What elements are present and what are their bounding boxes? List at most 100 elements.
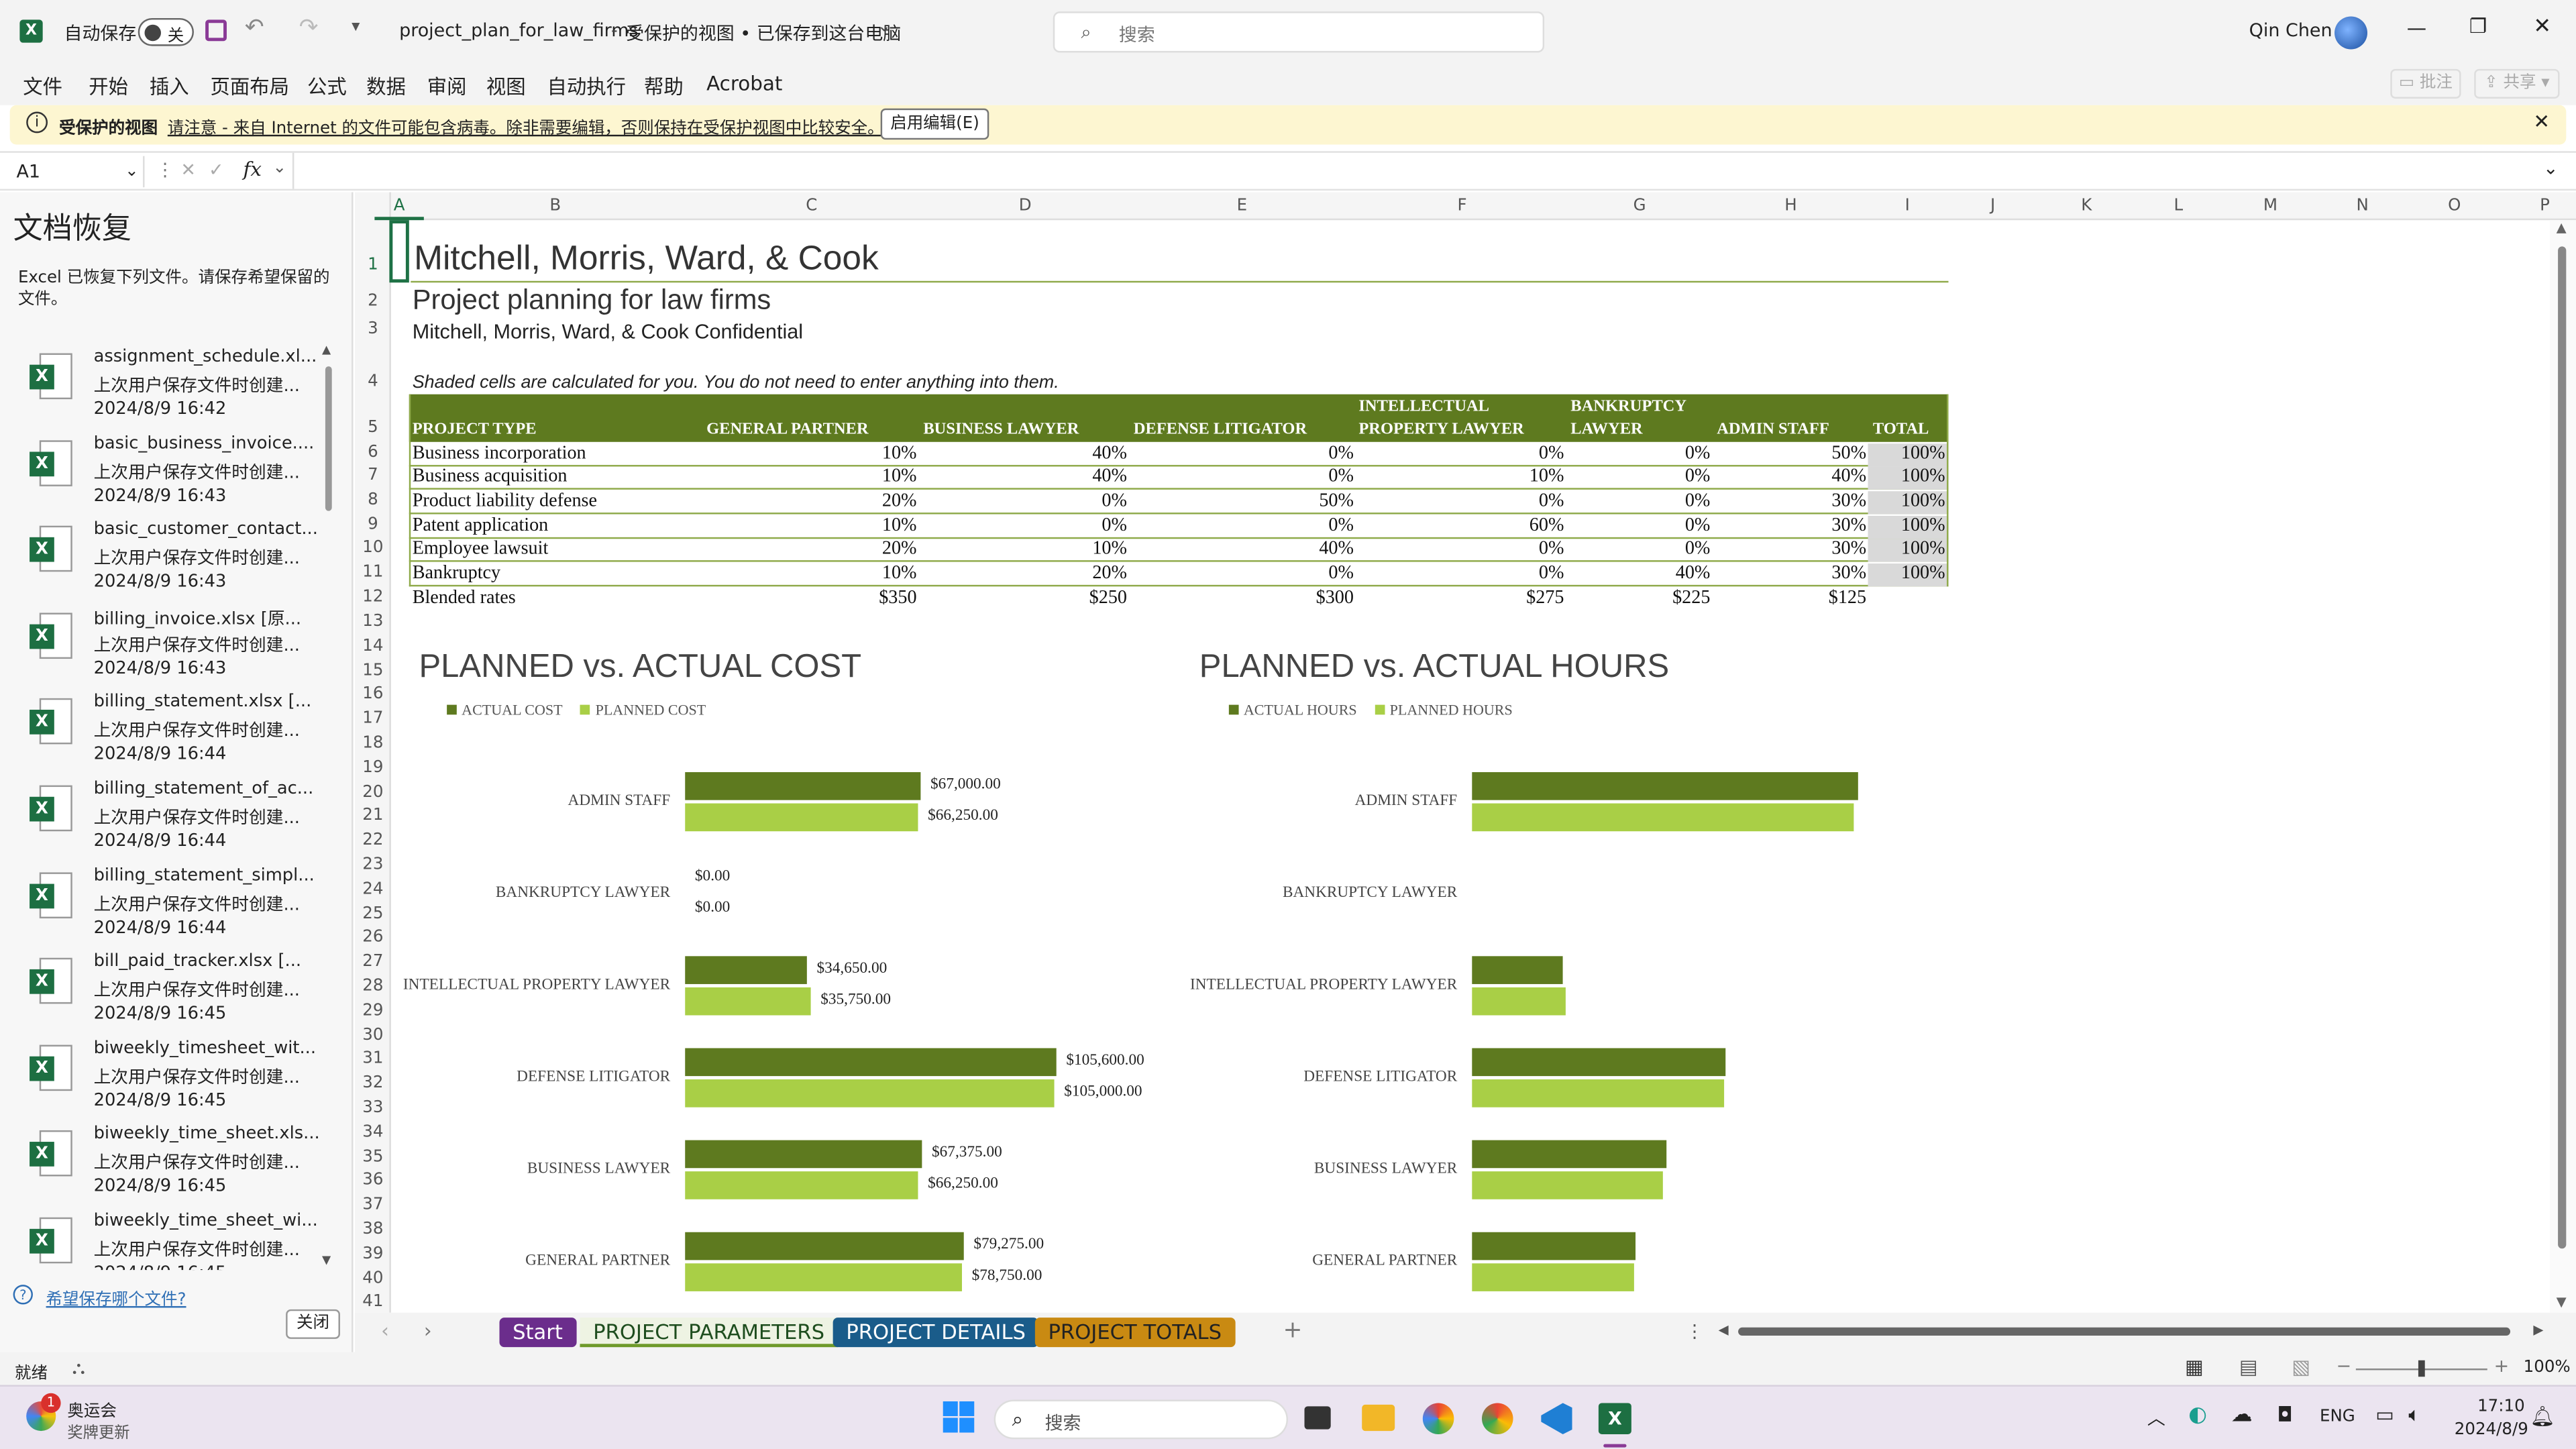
hours-chart-title: PLANNED vs. ACTUAL HOURS [1199, 649, 1670, 686]
tab-start[interactable]: Start [499, 1318, 576, 1348]
add-sheet-icon[interactable]: + [1283, 1318, 1303, 1344]
zoom-slider-thumb[interactable] [2418, 1360, 2425, 1377]
windows-start-icon[interactable] [943, 1401, 976, 1434]
data-label: $79,275.00 [973, 1237, 1044, 1254]
legend-planned-hours: PLANNED HOURS [1389, 701, 1513, 718]
cost-bar[interactable] [685, 956, 807, 984]
input-language[interactable]: ENG [2320, 1408, 2355, 1426]
hours-bar[interactable] [1472, 1140, 1667, 1169]
hours-bar[interactable] [1472, 803, 1854, 832]
cost-bar[interactable] [685, 772, 921, 800]
news-subtitle: 奖牌更新 [67, 1424, 130, 1443]
category-label: BUSINESS LAWYER [1313, 1161, 1458, 1178]
category-label: ADMIN STAFF [568, 793, 671, 810]
page-break-view-icon[interactable]: ▧ [2292, 1355, 2310, 1378]
onedrive-icon[interactable]: ☁ [2231, 1403, 2253, 1428]
category-label: BUSINESS LAWYER [527, 1161, 671, 1178]
category-label: BANKRUPTCY LAWYER [1282, 885, 1458, 902]
data-label: $34,650.00 [816, 961, 888, 978]
cost-bar[interactable] [685, 1263, 962, 1291]
vscode-icon[interactable] [1541, 1403, 1572, 1434]
tray-app-icon[interactable]: ◘ [2277, 1403, 2292, 1426]
file-explorer-icon[interactable] [1362, 1404, 1395, 1432]
taskbar-search[interactable]: ⌕ 搜索 [994, 1399, 1289, 1440]
scroll-right-icon[interactable]: ▶ [2533, 1322, 2543, 1337]
scroll-left-icon[interactable]: ◀ [1719, 1322, 1729, 1337]
notification-badge: 1 [41, 1393, 61, 1413]
hours-bar[interactable] [1472, 1079, 1725, 1108]
page-layout-view-icon[interactable]: ▤ [2239, 1355, 2258, 1378]
cost-chart-legend: ACTUAL COST PLANNED COST [447, 702, 706, 718]
display-icon[interactable]: ▭ [2375, 1403, 2394, 1426]
tab-project-details[interactable]: PROJECT DETAILS [833, 1318, 1039, 1348]
clock-time[interactable]: 17:10 [2477, 1398, 2525, 1416]
status-bar: 就绪 ⛬ ▦ ▤ ▧ − + 100% [0, 1352, 2576, 1385]
horizontal-scrollbar-thumb[interactable] [1738, 1327, 2511, 1336]
cost-chart-title: PLANNED vs. ACTUAL COST [419, 649, 862, 686]
hours-bar[interactable] [1472, 1048, 1726, 1077]
prev-sheet-icon[interactable]: ‹ [381, 1320, 389, 1342]
category-label: INTELLECTUAL PROPERTY LAWYER [1189, 977, 1458, 994]
cost-bar[interactable] [685, 1232, 964, 1260]
taskbar-search-placeholder: 搜索 [1044, 1413, 1081, 1434]
chrome-profile-icon[interactable] [1481, 1403, 1513, 1434]
hours-bar[interactable] [1472, 772, 1858, 800]
normal-view-icon[interactable]: ▦ [2185, 1355, 2204, 1378]
zoom-out-icon[interactable]: − [2336, 1355, 2351, 1377]
category-label: DEFENSE LITIGATOR [1303, 1069, 1458, 1086]
legend-swatch-planned-hours [1375, 704, 1385, 715]
legend-swatch-planned-cost [580, 704, 591, 715]
volume-icon[interactable]: 🔈︎ [2408, 1403, 2420, 1428]
cost-bar[interactable] [685, 1079, 1055, 1108]
cost-bar[interactable] [685, 803, 918, 832]
category-label: BANKRUPTCY LAWYER [495, 885, 671, 902]
category-label: GENERAL PARTNER [525, 1253, 671, 1271]
edge-status-icon[interactable]: ◐ [2188, 1403, 2207, 1428]
data-label: $35,750.00 [820, 992, 891, 1009]
excel-taskbar-icon[interactable]: X [1598, 1403, 1631, 1434]
sheet-tabs-bar: ‹ › Start PROJECT PARAMETERS PROJECT DET… [354, 1312, 2576, 1352]
legend-planned-cost: PLANNED COST [595, 701, 706, 718]
task-view-icon[interactable] [1304, 1406, 1331, 1430]
hours-chart-legend: ACTUAL HOURS PLANNED HOURS [1228, 701, 1513, 718]
next-sheet-icon[interactable]: › [424, 1320, 432, 1342]
hours-bar[interactable] [1472, 987, 1566, 1016]
data-label: $0.00 [694, 900, 731, 917]
data-label: $78,750.00 [971, 1268, 1042, 1285]
taskbar: 1 奥运会 奖牌更新 ⌕ 搜索 X ︿ ◐ ☁ ◘ ENG ▭ 🔈︎ 17:10… [0, 1385, 2576, 1449]
cost-bar[interactable] [685, 1048, 1057, 1077]
search-icon: ⌕ [1012, 1407, 1024, 1432]
active-app-indicator [1603, 1444, 1627, 1448]
tab-project-parameters[interactable]: PROJECT PARAMETERS [580, 1318, 838, 1348]
cost-bar[interactable] [685, 1171, 918, 1199]
category-label: INTELLECTUAL PROPERTY LAWYER [402, 977, 671, 994]
clock-date[interactable]: 2024/8/9 [2455, 1421, 2528, 1439]
accessibility-icon[interactable]: ⛬ [72, 1357, 85, 1380]
charts-layer [685, 772, 1858, 1291]
legend-swatch-actual-cost [447, 704, 457, 715]
cost-bar[interactable] [685, 1140, 922, 1169]
cost-bar[interactable] [685, 987, 811, 1016]
data-label: $105,000.00 [1064, 1084, 1142, 1101]
hours-bar[interactable] [1472, 1263, 1634, 1291]
notifications-icon[interactable]: 🔔︎ [2530, 1405, 2555, 1428]
category-label: DEFENSE LITIGATOR [517, 1069, 671, 1086]
data-label: $0.00 [694, 869, 731, 886]
category-label: ADMIN STAFF [1354, 793, 1458, 810]
zoom-level[interactable]: 100% [2524, 1358, 2571, 1377]
hours-bar[interactable] [1472, 1171, 1663, 1199]
hours-bar[interactable] [1472, 956, 1563, 984]
show-hidden-icons[interactable]: ︿ [2147, 1405, 2165, 1431]
legend-actual-cost: ACTUAL COST [462, 701, 563, 718]
data-label: $66,250.00 [928, 808, 998, 825]
news-title[interactable]: 奥运会 [67, 1397, 116, 1421]
hours-bar[interactable] [1472, 1232, 1636, 1260]
chrome-icon[interactable] [1422, 1403, 1454, 1434]
more-options-icon[interactable]: ⋮ [1686, 1321, 1704, 1342]
category-label: GENERAL PARTNER [1312, 1253, 1458, 1271]
tab-project-totals[interactable]: PROJECT TOTALS [1034, 1318, 1235, 1348]
zoom-in-icon[interactable]: + [2494, 1355, 2510, 1377]
legend-swatch-actual-hours [1228, 704, 1239, 715]
data-label: $66,250.00 [928, 1176, 998, 1193]
legend-actual-hours: ACTUAL HOURS [1243, 701, 1357, 718]
